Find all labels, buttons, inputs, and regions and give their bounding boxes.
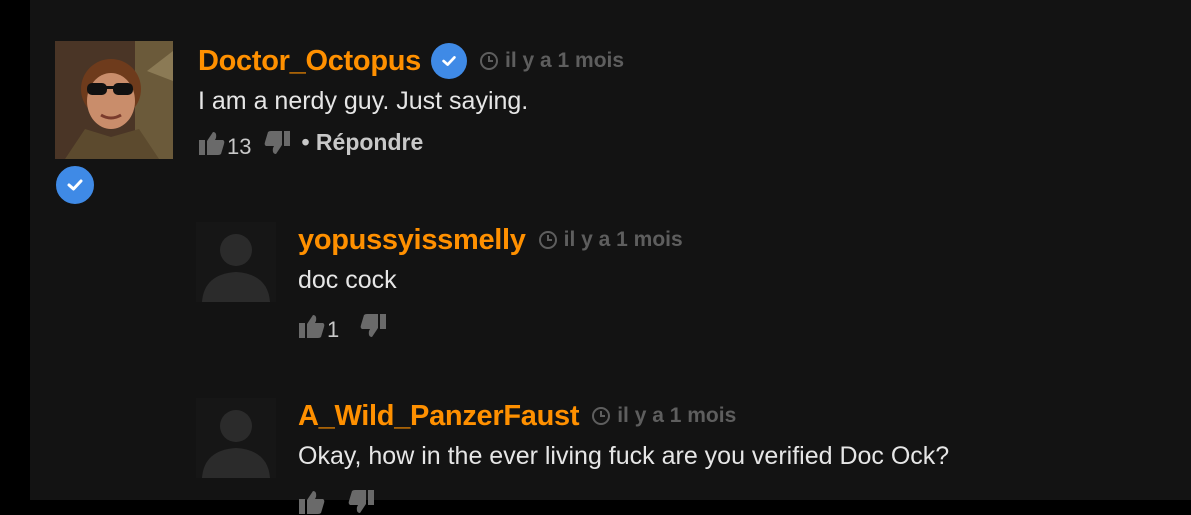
username-link[interactable]: yopussyissmelly — [298, 224, 526, 257]
username-link[interactable]: A_Wild_PanzerFaust — [298, 400, 580, 433]
clock-icon — [538, 231, 557, 249]
comment-actions: 13 • Répondre — [198, 126, 624, 159]
comment: Doctor_Octopus il y a 1 mois I am a nerd… — [30, 0, 1191, 206]
timestamp: il y a 1 mois — [538, 228, 683, 252]
avatar[interactable] — [196, 222, 276, 302]
reply-comment: yopussyissmelly il y a 1 mois doc cock 1 — [30, 210, 1191, 360]
thumbs-up-icon[interactable] — [298, 489, 326, 515]
comments-panel: Doctor_Octopus il y a 1 mois I am a nerd… — [30, 0, 1191, 514]
thumbs-up-icon[interactable] — [198, 130, 226, 156]
thumbs-up-icon[interactable] — [298, 313, 326, 339]
comment-text: Okay, how in the ever living fuck are yo… — [298, 442, 950, 470]
comment-text: I am a nerdy guy. Just saying. — [198, 87, 529, 115]
comment-actions: 1 — [298, 309, 683, 342]
avatar[interactable] — [196, 398, 276, 478]
clock-icon — [480, 52, 498, 70]
username-link[interactable]: Doctor_Octopus — [198, 45, 421, 78]
reply-button[interactable]: • Répondre — [301, 129, 423, 156]
clock-icon — [592, 407, 611, 425]
avatar[interactable] — [55, 41, 173, 159]
like-count: 1 — [327, 317, 340, 342]
verified-check-icon — [431, 43, 467, 79]
like-count: 13 — [227, 134, 252, 159]
reply-comment: A_Wild_PanzerFaust il y a 1 mois Okay, h… — [30, 386, 1191, 514]
thumbs-down-icon[interactable] — [359, 313, 387, 339]
thumbs-down-icon[interactable] — [263, 130, 291, 156]
comment-actions — [298, 485, 949, 515]
thumbs-down-icon[interactable] — [347, 489, 375, 515]
verified-icon — [54, 164, 96, 206]
comment-text: doc cock — [298, 266, 397, 294]
timestamp: il y a 1 mois — [591, 404, 736, 428]
timestamp: il y a 1 mois — [479, 49, 624, 73]
